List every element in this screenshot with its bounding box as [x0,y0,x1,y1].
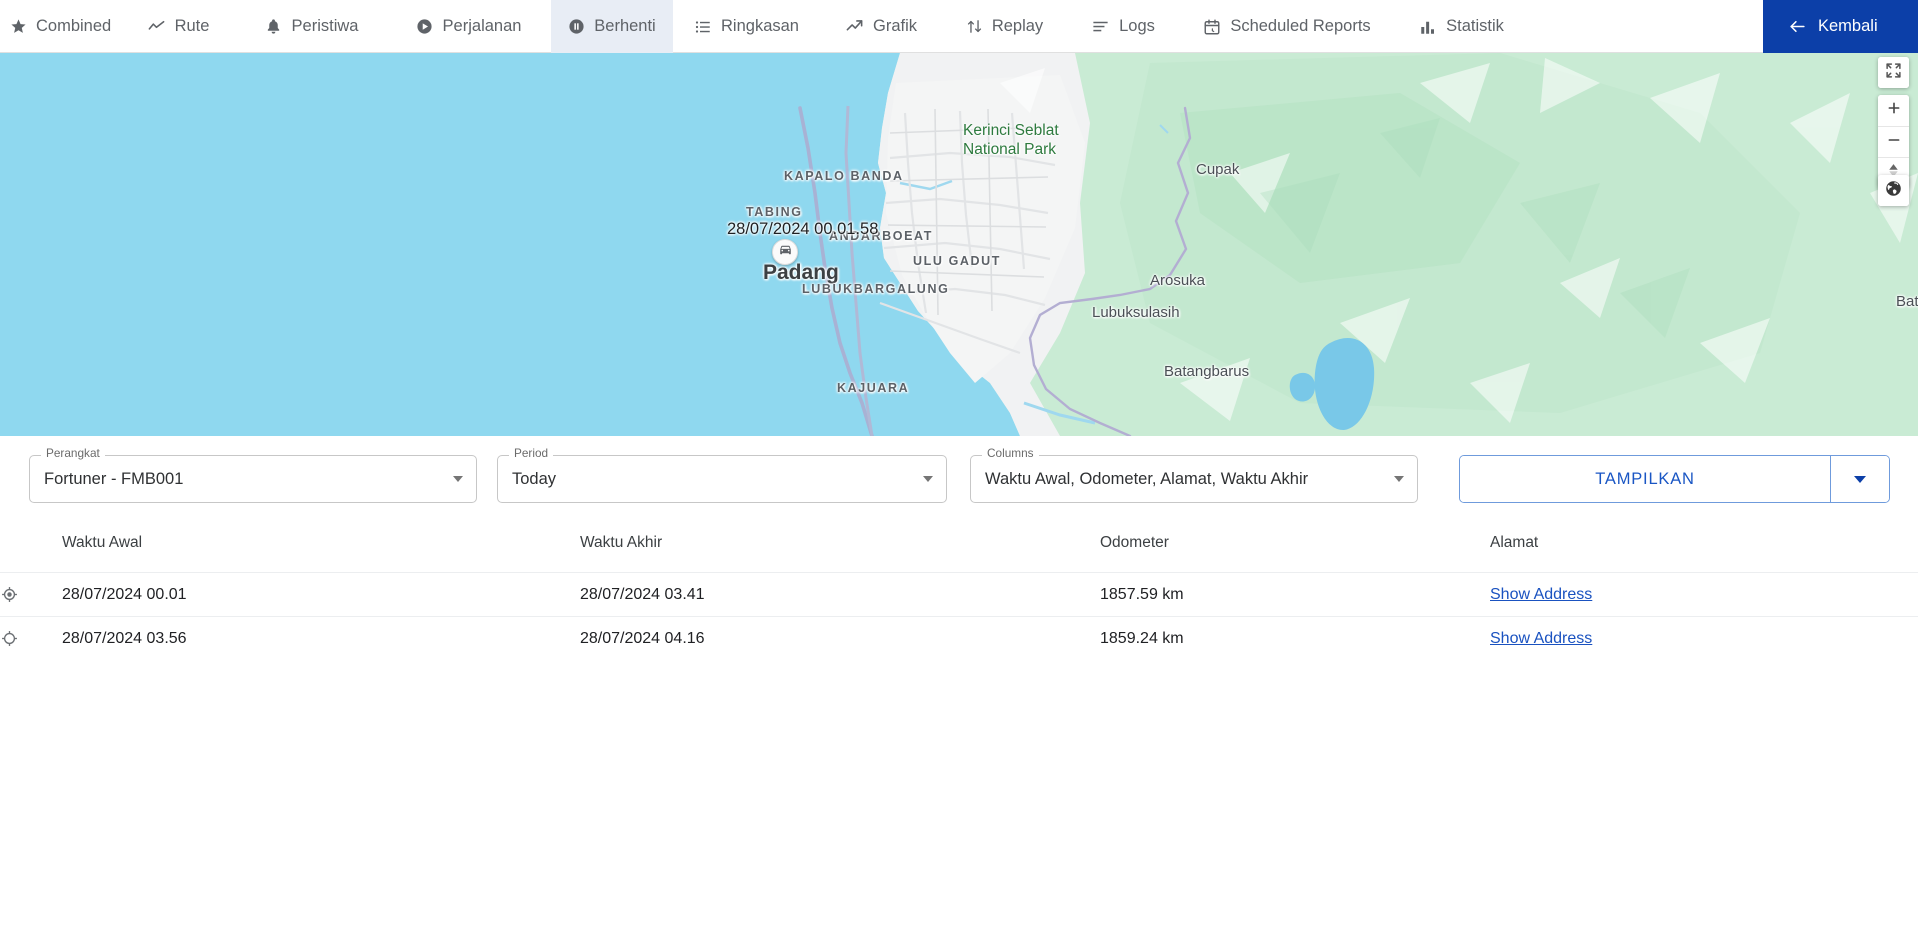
arrow-left-icon [1788,17,1807,36]
header-marker [0,534,62,573]
car-icon [778,242,793,262]
row-marker-cell[interactable] [0,573,62,617]
top-tab-bar: Combined Rute Peristiwa Perjalanan Berhe… [0,0,1918,53]
basemap-button[interactable] [1878,175,1909,206]
stop-timestamp-label: 28/07/2024 00.01.58 [727,220,878,239]
filter-bar: Perangkat Fortuner - FMB001 Period Today… [0,436,1918,522]
calendar-clock-icon [1203,17,1221,36]
cell-waktu-akhir: 28/07/2024 03.41 [580,573,1100,617]
zoom-out-button[interactable] [1878,126,1909,157]
tab-label: Logs [1119,18,1155,35]
tab-label: Peristiwa [292,18,359,35]
table-row[interactable]: 28/07/2024 03.56 28/07/2024 04.16 1859.2… [0,617,1918,661]
device-select[interactable]: Perangkat Fortuner - FMB001 [29,455,477,503]
tab-label: Perjalanan [443,18,522,35]
cell-odometer: 1857.59 km [1100,573,1490,617]
show-address-link[interactable]: Show Address [1490,586,1592,603]
tab-berhenti[interactable]: Berhenti [551,0,673,53]
tab-grafik[interactable]: Grafik [820,0,942,53]
tab-label: Grafik [873,18,917,35]
map-basemap-group [1878,175,1909,206]
bell-icon [264,17,283,36]
show-button-dropdown[interactable] [1830,456,1889,502]
lines-icon [1091,17,1110,36]
row-marker-cell[interactable] [0,617,62,661]
period-select-label: Period [509,448,553,460]
globe-icon [1884,179,1903,203]
show-button[interactable]: TAMPILKAN [1460,456,1830,502]
header-odometer: Odometer [1100,534,1490,573]
tab-logs[interactable]: Logs [1067,0,1179,53]
tab-label: Scheduled Reports [1230,18,1370,35]
show-address-link[interactable]: Show Address [1490,630,1592,647]
chevron-down-icon [1854,476,1866,483]
pause-circle-icon [568,17,585,36]
tab-perjalanan[interactable]: Perjalanan [385,0,551,53]
fullscreen-icon [1885,62,1902,84]
table-row[interactable]: 28/07/2024 00.01 28/07/2024 03.41 1857.5… [0,573,1918,617]
bar-chart-icon [1419,17,1437,36]
tab-label: Combined [36,18,111,35]
cell-waktu-awal: 28/07/2024 03.56 [62,617,580,661]
play-circle-icon [415,17,434,36]
columns-select-value: Waktu Awal, Odometer, Alamat, Waktu Akhi… [985,470,1308,489]
tab-label: Ringkasan [721,18,799,35]
device-select-value: Fortuner - FMB001 [44,470,183,489]
cell-odometer: 1859.24 km [1100,617,1490,661]
plus-icon [1886,100,1902,121]
swap-arrows-icon [966,17,983,36]
chevron-down-icon [453,476,463,482]
back-button-label: Kembali [1818,17,1878,36]
period-select[interactable]: Period Today [497,455,947,503]
tab-statistik[interactable]: Statistik [1395,0,1528,53]
vehicle-marker[interactable] [772,239,798,265]
tab-scheduled-reports[interactable]: Scheduled Reports [1179,0,1395,53]
chevron-down-icon [923,476,933,482]
cell-alamat: Show Address [1490,573,1918,617]
stops-table-container: Waktu Awal Waktu Akhir Odometer Alamat 2… [0,534,1918,928]
tab-label: Statistik [1446,18,1504,35]
target-hollow-icon[interactable] [0,629,62,648]
tab-replay[interactable]: Replay [942,0,1067,53]
tab-rute[interactable]: Rute [119,0,237,53]
header-waktu-awal: Waktu Awal [62,534,580,573]
show-button-group: TAMPILKAN [1459,455,1890,503]
target-filled-icon[interactable] [0,585,62,604]
tab-label: Replay [992,18,1043,35]
minus-icon [1886,132,1902,153]
header-alamat: Alamat [1490,534,1918,573]
device-select-label: Perangkat [41,448,105,460]
line-chart-icon [147,17,166,36]
tab-ringkasan[interactable]: Ringkasan [673,0,820,53]
map-fullscreen-group [1878,57,1909,88]
zoom-in-button[interactable] [1878,95,1909,126]
table-header-row: Waktu Awal Waktu Akhir Odometer Alamat [0,534,1918,573]
header-waktu-akhir: Waktu Akhir [580,534,1100,573]
tab-combined[interactable]: Combined [0,0,119,53]
table-body: 28/07/2024 00.01 28/07/2024 03.41 1857.5… [0,573,1918,661]
back-button[interactable]: Kembali [1763,0,1918,53]
fullscreen-button[interactable] [1878,57,1909,88]
stops-table: Waktu Awal Waktu Akhir Odometer Alamat 2… [0,534,1918,661]
chevron-down-icon [1394,476,1404,482]
table-header: Waktu Awal Waktu Akhir Odometer Alamat [0,534,1918,573]
map-canvas[interactable]: KAPALO BANDA TABING ANDARBOEAT Padang LU… [0,53,1918,436]
map-base-graphics [0,53,1918,436]
cell-waktu-awal: 28/07/2024 00.01 [62,573,580,617]
cell-alamat: Show Address [1490,617,1918,661]
list-icon [694,17,712,36]
tabbar-spacer [1528,0,1763,52]
trending-up-icon [845,17,864,36]
tab-label: Berhenti [594,18,655,35]
columns-select-label: Columns [982,448,1039,460]
star-icon [10,17,27,36]
columns-select[interactable]: Columns Waktu Awal, Odometer, Alamat, Wa… [970,455,1418,503]
tab-label: Rute [175,18,210,35]
cell-waktu-akhir: 28/07/2024 04.16 [580,617,1100,661]
tab-peristiwa[interactable]: Peristiwa [237,0,385,53]
period-select-value: Today [512,470,556,489]
